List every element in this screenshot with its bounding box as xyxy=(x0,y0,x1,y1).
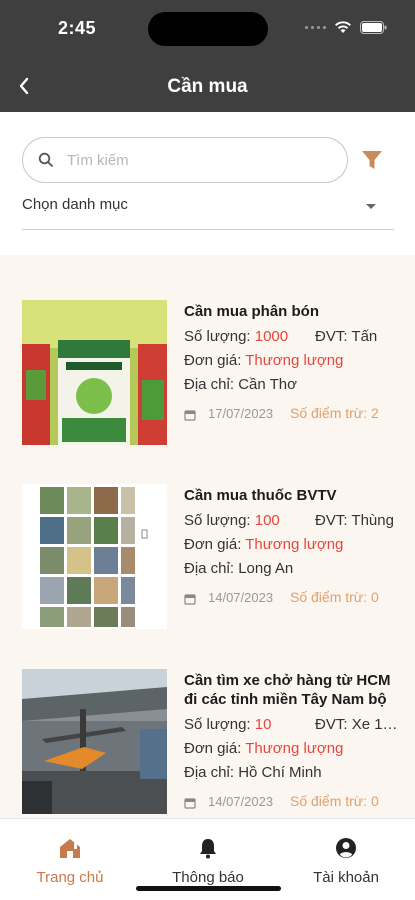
address-label: Địa chỉ: xyxy=(184,560,239,577)
unit-label: ĐVT: xyxy=(315,716,352,733)
status-icons xyxy=(305,20,387,34)
listing-title: Cần mua thuốc BVTV xyxy=(184,487,337,504)
quantity-value: 1000 xyxy=(254,328,289,345)
quantity-label: Số lượng: xyxy=(184,716,255,733)
battery-icon xyxy=(360,20,387,34)
price-label: Đơn giá: xyxy=(184,352,246,369)
listing-date: 17/07/2023 xyxy=(208,406,274,421)
listing-list[interactable]: Cần mua phân bón Số lượng: 1000 ĐVT: Tấn… xyxy=(0,255,415,818)
listing-score: Số điểm trừ: 0 xyxy=(290,589,379,605)
quantity-value: 100 xyxy=(254,512,280,529)
listing-info: Cần mua thuốc BVTV Số lượng: 100 ĐVT: Th… xyxy=(184,486,396,611)
listing-thumbnail xyxy=(22,484,167,629)
listing-unit: ĐVT: Tấn xyxy=(315,325,377,349)
tab-label: Trang chủ xyxy=(36,869,104,886)
status-time: 2:45 xyxy=(58,18,97,38)
price-label: Đơn giá: xyxy=(184,740,246,757)
tab-notifications[interactable]: Thông báo xyxy=(139,835,277,886)
listing-thumbnail xyxy=(22,300,167,445)
filter-icon[interactable] xyxy=(360,149,384,171)
listing-quantity: Số lượng: 100 ĐVT: Thùng xyxy=(184,509,396,533)
listing-unit: ĐVT: Xe 1… xyxy=(315,713,396,737)
tab-label: Tài khoản xyxy=(313,869,379,886)
status-bar: 2:45 xyxy=(0,0,415,60)
listing-date: 14/07/2023 xyxy=(208,794,274,809)
home-icon xyxy=(60,839,80,858)
unit-label: ĐVT: xyxy=(315,328,352,345)
listing-info: Cần tìm xe chở hàng từ HCM đi các tỉnh m… xyxy=(184,671,396,815)
calendar-icon xyxy=(184,798,196,809)
listing-title: Cần tìm xe chở hàng từ HCM đi các tỉnh m… xyxy=(184,672,391,708)
quantity-label: Số lượng: xyxy=(184,512,255,529)
listing-thumbnail xyxy=(22,669,167,814)
address-value: Long An xyxy=(238,560,294,577)
address-label: Địa chỉ: xyxy=(184,376,239,393)
listing-card[interactable]: Cần mua phân bón Số lượng: 1000 ĐVT: Tấn… xyxy=(0,300,415,470)
address-label: Địa chỉ: xyxy=(184,764,239,781)
home-indicator xyxy=(136,886,281,891)
unit-label: ĐVT: xyxy=(315,512,352,529)
listing-unit: ĐVT: Thùng xyxy=(315,509,394,533)
tab-account[interactable]: Tài khoản xyxy=(277,835,415,886)
search-icon xyxy=(38,152,53,167)
bell-icon xyxy=(200,839,216,859)
signal-dots-icon xyxy=(305,25,326,29)
fertilizer-bags-image xyxy=(22,300,167,445)
page-title: Cần mua xyxy=(167,76,248,97)
listing-meta: 14/07/2023 Số điểm trừ: 0 xyxy=(184,791,396,815)
quantity-label: Số lượng: xyxy=(184,328,255,345)
navigation-bar: Cần mua xyxy=(0,60,415,112)
address-value: Hồ Chí Minh xyxy=(238,764,322,781)
listing-meta: 17/07/2023 Số điểm trừ: 2 xyxy=(184,403,396,427)
listing-card[interactable]: Cần tìm xe chở hàng từ HCM đi các tỉnh m… xyxy=(0,669,415,818)
tab-label: Thông báo xyxy=(172,869,244,886)
calendar-icon xyxy=(184,410,196,421)
search-input[interactable] xyxy=(67,146,337,174)
tab-home[interactable]: Trang chủ xyxy=(1,835,139,886)
account-icon xyxy=(336,838,356,858)
price-value: Thương lượng xyxy=(245,352,344,369)
listing-score: Số điểm trừ: 2 xyxy=(290,405,379,421)
listing-date: 14/07/2023 xyxy=(208,590,274,605)
unit-value: Tấn xyxy=(351,328,378,345)
listing-quantity: Số lượng: 1000 ĐVT: Tấn xyxy=(184,325,396,349)
price-value: Thương lượng xyxy=(245,536,344,553)
category-dropdown[interactable]: Chọn danh mục xyxy=(22,190,394,230)
price-value: Thương lượng xyxy=(245,740,344,757)
listing-address: Địa chỉ: Cần Thơ xyxy=(184,373,396,397)
listing-address: Địa chỉ: Long An xyxy=(184,557,396,581)
listing-title: Cần mua phân bón xyxy=(184,303,319,320)
listing-card[interactable]: Cần mua thuốc BVTV Số lượng: 100 ĐVT: Th… xyxy=(0,484,415,654)
unit-value: Xe 1… xyxy=(351,716,396,733)
dropdown-arrow-icon xyxy=(366,204,376,209)
wifi-icon xyxy=(335,21,351,33)
truck-warehouse-image xyxy=(22,669,167,814)
price-label: Đơn giá: xyxy=(184,536,246,553)
listing-quantity: Số lượng: 10 ĐVT: Xe 1… xyxy=(184,713,396,737)
listing-price: Đơn giá: Thương lượng xyxy=(184,349,396,373)
listing-meta: 14/07/2023 Số điểm trừ: 0 xyxy=(184,587,396,611)
listing-price: Đơn giá: Thương lượng xyxy=(184,533,396,557)
listing-address: Địa chỉ: Hồ Chí Minh xyxy=(184,761,396,785)
listing-score: Số điểm trừ: 0 xyxy=(290,793,379,809)
address-value: Cần Thơ xyxy=(238,376,297,393)
search-box[interactable] xyxy=(22,137,348,183)
pesticide-collage-image xyxy=(22,484,167,629)
calendar-icon xyxy=(184,594,196,605)
category-dropdown-label: Chọn danh mục xyxy=(22,196,128,213)
quantity-value: 10 xyxy=(254,716,272,733)
dynamic-island xyxy=(148,12,268,46)
listing-price: Đơn giá: Thương lượng xyxy=(184,737,396,761)
unit-value: Thùng xyxy=(351,512,394,529)
listing-info: Cần mua phân bón Số lượng: 1000 ĐVT: Tấn… xyxy=(184,302,396,427)
